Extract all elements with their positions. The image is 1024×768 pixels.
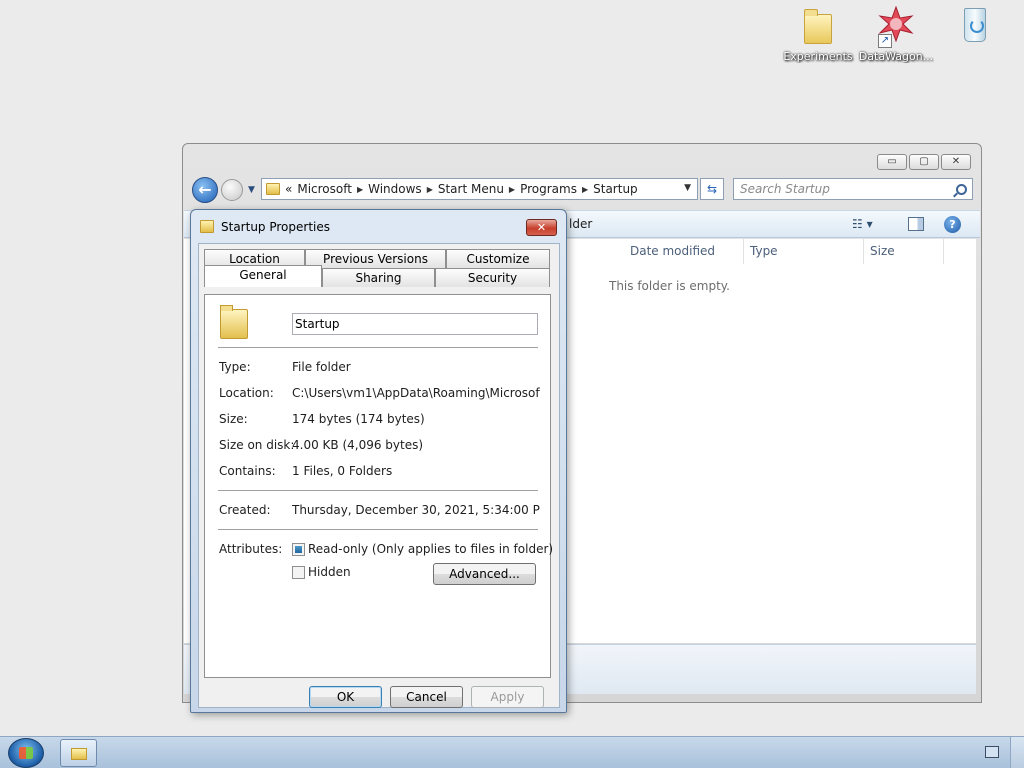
divider: [218, 490, 538, 491]
breadcrumb-microsoft[interactable]: Microsoft: [297, 182, 352, 196]
dialog-title: Startup Properties: [221, 220, 330, 234]
column-header-date-modified[interactable]: Date modified: [624, 239, 744, 264]
cancel-button[interactable]: Cancel: [390, 686, 463, 708]
ok-button[interactable]: OK: [309, 686, 382, 708]
advanced-button[interactable]: Advanced...: [433, 563, 536, 585]
folder-icon: [220, 305, 248, 339]
tab-customize[interactable]: Customize: [446, 249, 550, 268]
tab-sharing[interactable]: Sharing: [322, 268, 435, 287]
desktop-icon-datawagon[interactable]: ↗ DataWagon...: [858, 6, 934, 63]
recycle-bin-icon: [964, 8, 986, 42]
folder-icon: [71, 748, 87, 760]
breadcrumb-start-menu[interactable]: Start Menu: [438, 182, 504, 196]
desktop-icon-recycle-bin[interactable]: [936, 6, 1012, 50]
shortcut-arrow-icon: ↗: [878, 34, 892, 48]
column-header-type[interactable]: Type: [744, 239, 864, 264]
hidden-checkbox-label[interactable]: Hidden: [308, 565, 351, 579]
back-button[interactable]: ←: [192, 177, 218, 203]
contains-value: 1 Files, 0 Folders: [292, 464, 393, 478]
folder-icon: [200, 220, 214, 233]
dialog-body: Location Previous Versions Customize Gen…: [198, 243, 560, 708]
chevron-right-icon[interactable]: ▶: [357, 185, 363, 194]
column-header-size[interactable]: Size: [864, 239, 944, 264]
type-label: Type:: [219, 360, 251, 374]
maximize-button[interactable]: ▢: [909, 154, 939, 170]
general-tab-panel: Startup Type: File folder Location: C:\U…: [204, 294, 553, 678]
readonly-checkbox[interactable]: [292, 543, 305, 556]
start-button[interactable]: [8, 738, 44, 768]
folder-name-field[interactable]: Startup: [292, 313, 538, 335]
breadcrumb-overflow[interactable]: «: [285, 182, 292, 196]
refresh-button[interactable]: ⇆: [700, 178, 724, 200]
chevron-down-icon[interactable]: ▼: [684, 183, 691, 193]
folder-icon: [266, 183, 280, 195]
search-input[interactable]: Search Startup: [733, 178, 973, 200]
tab-previous-versions[interactable]: Previous Versions: [305, 249, 446, 268]
type-value: File folder: [292, 360, 351, 374]
help-button[interactable]: ?: [944, 216, 961, 233]
divider: [218, 347, 538, 348]
chevron-right-icon[interactable]: ▶: [509, 185, 515, 194]
properties-dialog: Startup Properties ✕ Location Previous V…: [190, 209, 567, 713]
desktop-icon-label: Experiments: [783, 50, 853, 63]
size-on-disk-value: 4.00 KB (4,096 bytes): [292, 438, 424, 452]
apply-button[interactable]: Apply: [471, 686, 544, 708]
created-label: Created:: [219, 503, 271, 517]
contains-label: Contains:: [219, 464, 276, 478]
attributes-label: Attributes:: [219, 542, 283, 556]
size-value: 174 bytes (174 bytes): [292, 412, 425, 426]
forward-button[interactable]: [221, 179, 243, 201]
close-button[interactable]: ✕: [941, 154, 971, 170]
preview-pane-button[interactable]: [908, 217, 924, 231]
minimize-button[interactable]: ▭: [877, 154, 907, 170]
show-desktop-button[interactable]: [1010, 737, 1024, 768]
size-on-disk-label: Size on disk:: [219, 438, 295, 452]
empty-folder-message: This folder is empty.: [609, 279, 730, 293]
network-icon[interactable]: [985, 746, 999, 758]
desktop-icon-label: DataWagon...: [858, 50, 934, 63]
recent-pages-dropdown[interactable]: ▼: [248, 185, 255, 195]
taskbar-item-explorer[interactable]: [60, 739, 97, 767]
readonly-checkbox-label[interactable]: Read-only (Only applies to files in fold…: [308, 542, 553, 556]
search-icon[interactable]: [956, 184, 967, 195]
desktop-icon-experiments[interactable]: Experiments: [780, 6, 856, 63]
dialog-close-button[interactable]: ✕: [526, 219, 557, 236]
new-folder-button[interactable]: lder: [569, 217, 592, 231]
chevron-right-icon[interactable]: ▶: [427, 185, 433, 194]
breadcrumb-programs[interactable]: Programs: [520, 182, 577, 196]
location-value[interactable]: C:\Users\vm1\AppData\Roaming\Microsoft\W…: [292, 386, 540, 400]
location-label: Location:: [219, 386, 274, 400]
breadcrumb-windows[interactable]: Windows: [368, 182, 422, 196]
chevron-right-icon[interactable]: ▶: [582, 185, 588, 194]
tab-security[interactable]: Security: [435, 268, 550, 287]
window-controls: ▭ ▢ ✕: [877, 154, 971, 170]
folder-icon: [804, 9, 832, 44]
taskbar: [0, 736, 1024, 768]
breadcrumb-startup[interactable]: Startup: [593, 182, 638, 196]
size-label: Size:: [219, 412, 248, 426]
address-bar[interactable]: « Microsoft ▶ Windows ▶ Start Menu ▶ Pro…: [261, 178, 698, 200]
change-view-button[interactable]: ☷ ▾: [852, 217, 873, 231]
created-value: Thursday, December 30, 2021, 5:34:00 PM: [292, 503, 540, 517]
tab-general[interactable]: General: [204, 265, 322, 287]
divider: [218, 529, 538, 530]
hidden-checkbox[interactable]: [292, 566, 305, 579]
